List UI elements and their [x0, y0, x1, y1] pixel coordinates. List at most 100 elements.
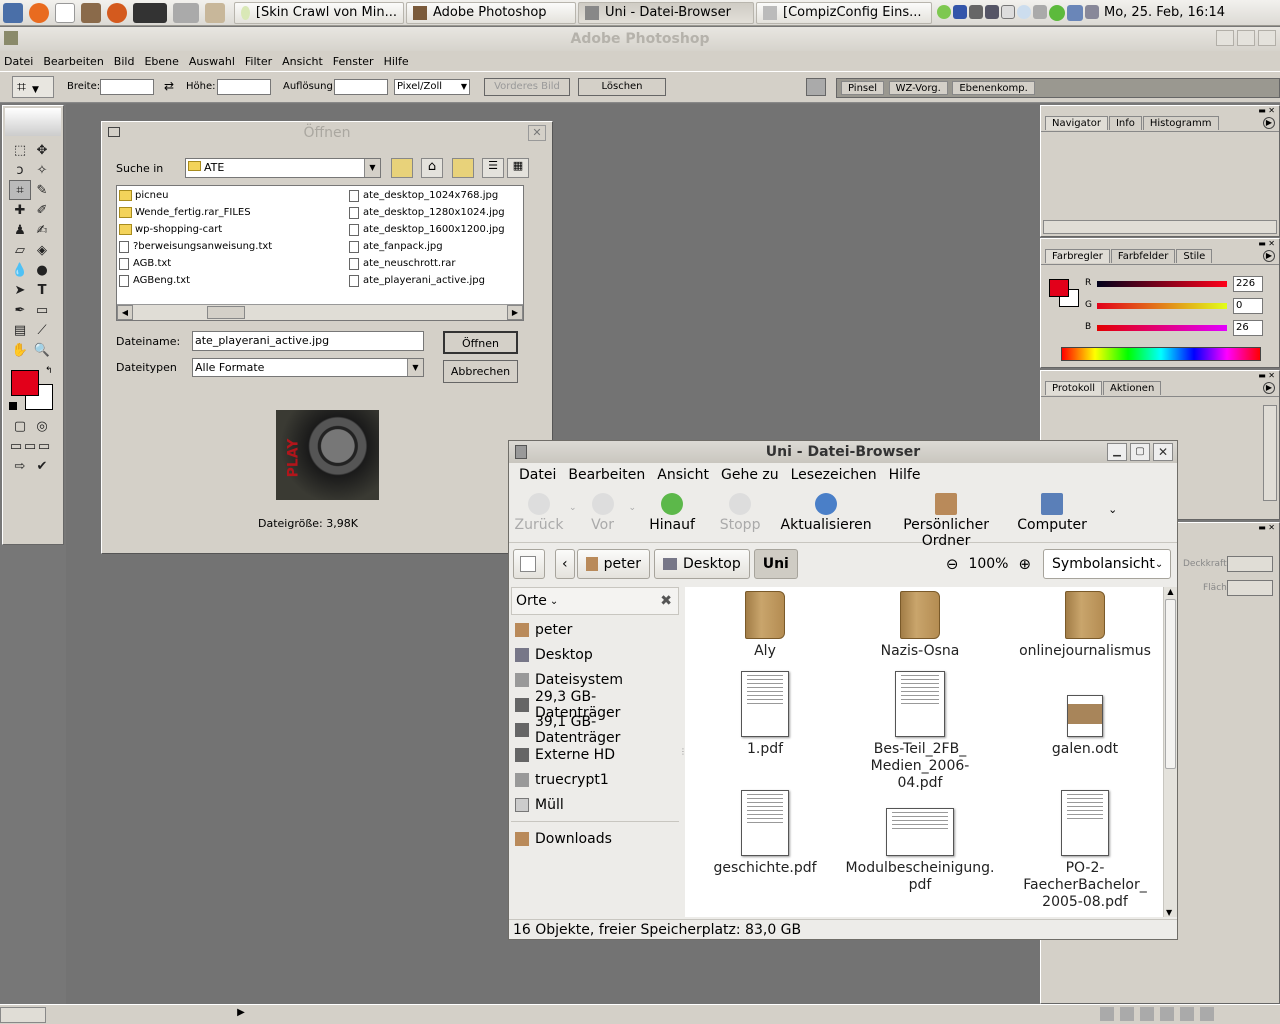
menu-bearbeiten[interactable]: Bearbeiten	[43, 55, 103, 68]
list-item[interactable]: ?berweisungsanweisung.txt	[119, 238, 347, 255]
back-button[interactable]: Zurück	[509, 489, 569, 533]
pen-tool-icon[interactable]: ✒	[9, 300, 31, 320]
quickmask-mode-icon[interactable]: ◎	[31, 416, 53, 436]
fill-input[interactable]	[1227, 580, 1273, 596]
crumb-peter[interactable]: peter	[576, 549, 650, 579]
tab-farbfelder[interactable]: Farbfelder	[1110, 249, 1176, 263]
search-icon[interactable]	[1017, 4, 1031, 19]
list-item[interactable]: Wende_fertig.rar_FILES	[119, 204, 347, 221]
menu-datei[interactable]: Datei	[519, 467, 556, 483]
window-menu-icon[interactable]	[515, 445, 527, 459]
hand-tool-icon[interactable]: ✋	[9, 340, 31, 360]
list-item[interactable]: ate_desktop_1024x768.jpg	[349, 187, 521, 204]
swap-icon[interactable]: ⇄	[164, 79, 174, 93]
foreground-color[interactable]	[11, 370, 39, 396]
tray-icon[interactable]	[937, 4, 951, 19]
foreground-swatch[interactable]	[1049, 279, 1069, 297]
bucket-tool-icon[interactable]: ◈	[31, 240, 53, 260]
stop-button[interactable]: Stopp	[708, 489, 772, 533]
task-skin-crawl[interactable]: [Skin Crawl von Min...	[234, 1, 404, 24]
mail-icon[interactable]	[1001, 4, 1015, 19]
footer-icon[interactable]	[1100, 1007, 1114, 1021]
icon-view-scrollbar[interactable]: ▲ ▼	[1163, 587, 1177, 917]
minimize-button[interactable]	[1216, 30, 1234, 46]
menu-bearbeiten[interactable]: Bearbeiten	[568, 467, 645, 483]
tray-icon[interactable]	[1033, 4, 1047, 19]
tab-stile[interactable]: Stile	[1176, 249, 1213, 263]
front-image-button[interactable]: Vorderes Bild	[484, 78, 570, 96]
stamp-tool-icon[interactable]: ♟	[9, 220, 31, 240]
type-tool-icon[interactable]: T	[31, 280, 53, 300]
sidebar-item-volume-39[interactable]: 39,1 GB-Datenträger	[511, 714, 679, 746]
menu-lesezeichen[interactable]: Lesezeichen	[791, 467, 877, 483]
opacity-input[interactable]	[1227, 556, 1273, 572]
trash-icon[interactable]	[1200, 1007, 1214, 1021]
status-ok-icon[interactable]	[1049, 4, 1065, 21]
tab-protokoll[interactable]: Protokoll	[1045, 381, 1103, 395]
swap-colors-icon[interactable]: ↰	[45, 366, 53, 376]
clock[interactable]: Mo, 25. Feb, 16:14	[1104, 5, 1225, 20]
vertical-scrollbar[interactable]	[1263, 405, 1277, 501]
chevron-down-icon[interactable]: ⌄	[550, 596, 558, 607]
home-folder-button[interactable]: Persönlicher Ordner	[880, 489, 1012, 549]
printer-icon[interactable]	[806, 78, 826, 96]
list-view-icon[interactable]: ☰	[482, 158, 504, 178]
jump-icon[interactable]: ✔	[31, 456, 53, 476]
unit-select[interactable]: Pixel/Zoll ▼	[394, 79, 470, 95]
menu-ebene[interactable]: Ebene	[144, 55, 178, 68]
computer-button[interactable]: Computer	[1012, 489, 1092, 533]
folder-item-nazis-osna[interactable]: Nazis-Osna	[870, 591, 970, 660]
hoehe-input[interactable]	[217, 79, 271, 95]
file-item-1-pdf[interactable]: 1.pdf	[715, 671, 815, 758]
close-icon[interactable]: ✕	[1268, 371, 1275, 380]
list-item[interactable]: AGB.txt	[119, 255, 347, 272]
crumb-back-button[interactable]: ‹	[555, 549, 575, 579]
horizontal-scrollbar[interactable]: ◀ ▶	[117, 304, 523, 320]
zoom-out-icon[interactable]: ⊖	[946, 555, 959, 573]
empty-workspace[interactable]	[173, 2, 199, 23]
footer-icon[interactable]	[1160, 1007, 1174, 1021]
list-item[interactable]: picneu	[119, 187, 347, 204]
up-button[interactable]: Hinauf	[636, 489, 708, 533]
task-uni-datei-browser[interactable]: Uni - Datei-Browser	[578, 1, 754, 24]
panel-menu-icon[interactable]: ▶	[1263, 117, 1275, 129]
color-ramp[interactable]	[1061, 347, 1261, 361]
folder-item-aly[interactable]: Aly	[715, 591, 815, 660]
close-icon[interactable]: ✕	[1268, 523, 1275, 532]
minimize-button[interactable]: ▁	[1107, 443, 1127, 461]
default-colors-icon[interactable]	[9, 402, 17, 410]
crop-tool-preset[interactable]: ⌗ ▼	[12, 76, 54, 98]
panel-menu-icon[interactable]: ▶	[1263, 250, 1275, 262]
folder-item-onlinejournalismus[interactable]: onlinejournalismus	[1015, 591, 1155, 660]
close-button[interactable]: ✕	[528, 125, 546, 141]
sidebar-item-desktop[interactable]: Desktop	[511, 642, 679, 667]
sidebar-item-downloads[interactable]: Downloads	[511, 826, 679, 851]
menu-hilfe[interactable]: Hilfe	[384, 55, 409, 68]
network-icon[interactable]	[1067, 4, 1083, 21]
sidebar-item-truecrypt[interactable]: truecrypt1	[511, 767, 679, 792]
file-item-modulbescheinigung[interactable]: Modulbescheinigung. pdf	[845, 808, 995, 894]
crumb-desktop[interactable]: Desktop	[653, 549, 750, 579]
list-item[interactable]: AGBeng.txt	[119, 272, 347, 289]
file-item-bes-teil[interactable]: Bes-Teil_2FB_ Medien_2006-04.pdf	[850, 671, 990, 792]
task-compizconfig[interactable]: [CompizConfig Eins...	[756, 1, 932, 24]
file-item-galen-odt[interactable]: galen.odt	[1015, 695, 1155, 758]
menu-auswahl[interactable]: Auswahl	[189, 55, 235, 68]
reload-button[interactable]: Aktualisieren	[772, 489, 880, 533]
sidebar-item-externe-hd[interactable]: Externe HD	[511, 742, 679, 767]
maximize-button[interactable]	[1237, 30, 1255, 46]
zoom-tool-icon[interactable]: 🔍	[31, 340, 53, 360]
detail-view-icon[interactable]: ▦	[507, 158, 529, 178]
list-item[interactable]: ate_fanpack.jpg	[349, 238, 521, 255]
forward-history-icon[interactable]: ⌄	[629, 503, 637, 513]
imageready-icon[interactable]: ⇨	[9, 456, 31, 476]
history-brush-icon[interactable]: ✍	[31, 220, 53, 240]
document-icon[interactable]	[55, 2, 75, 23]
b-value[interactable]: 26	[1233, 320, 1263, 336]
tab-histogramm[interactable]: Histogramm	[1142, 116, 1219, 130]
notes-tool-icon[interactable]: ▤	[9, 320, 31, 340]
minimize-icon[interactable]: ▬	[1258, 371, 1266, 380]
brush-tool-icon[interactable]: ✐	[31, 200, 53, 220]
scroll-thumb[interactable]	[207, 306, 245, 319]
menu-datei[interactable]: Datei	[4, 55, 33, 68]
